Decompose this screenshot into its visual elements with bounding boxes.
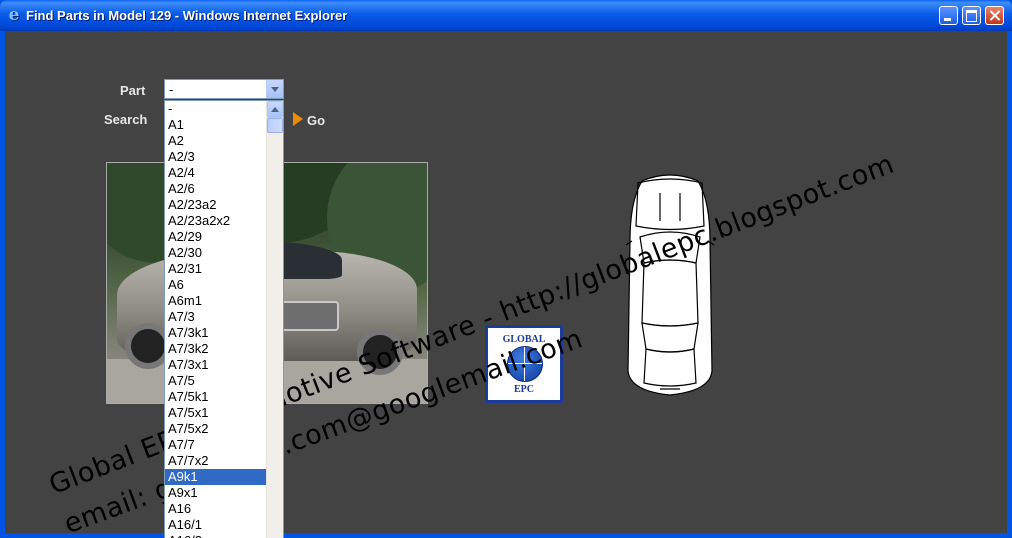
dropdown-option[interactable]: A7/3k1 bbox=[165, 325, 267, 341]
logo-top-text: GLOBAL bbox=[502, 334, 546, 345]
dropdown-option[interactable]: A6 bbox=[165, 277, 267, 293]
dropdown-option[interactable]: - bbox=[165, 101, 267, 117]
dropdown-option[interactable]: A7/3k2 bbox=[165, 341, 267, 357]
dropdown-option[interactable]: A9k1 bbox=[165, 469, 267, 485]
globe-icon bbox=[507, 346, 543, 382]
scroll-up-icon[interactable] bbox=[267, 101, 283, 118]
maximize-button[interactable] bbox=[962, 6, 981, 25]
dropdown-option[interactable]: A16 bbox=[165, 501, 267, 517]
dropdown-option[interactable]: A2/30 bbox=[165, 245, 267, 261]
dropdown-option[interactable]: A7/5x1 bbox=[165, 405, 267, 421]
dropdown-option[interactable]: A2/31 bbox=[165, 261, 267, 277]
search-label: Search bbox=[104, 112, 148, 127]
window-title: Find Parts in Model 129 - Windows Intern… bbox=[26, 8, 348, 23]
dropdown-option[interactable]: A16/2 bbox=[165, 533, 267, 538]
dropdown-option[interactable]: A2/3 bbox=[165, 149, 267, 165]
chevron-down-icon[interactable] bbox=[266, 80, 283, 98]
part-select[interactable]: - bbox=[164, 79, 284, 99]
dropdown-option[interactable]: A6m1 bbox=[165, 293, 267, 309]
dropdown-option[interactable]: A9x1 bbox=[165, 485, 267, 501]
part-dropdown-list[interactable]: - A1 A2 A2/3 A2/4 A2/6 A2/23a2 A2/23a2x2 A2/29 A2… bbox=[164, 100, 284, 538]
dropdown-option[interactable]: A7/7x2 bbox=[165, 453, 267, 469]
dropdown-option[interactable]: A7/5 bbox=[165, 373, 267, 389]
dropdown-scrollbar[interactable] bbox=[266, 101, 283, 538]
global-epc-logo: GLOBAL EPC bbox=[485, 325, 563, 403]
browser-window: e Find Parts in Model 129 - Windows Inte… bbox=[0, 0, 1012, 538]
dropdown-option[interactable]: A7/3 bbox=[165, 309, 267, 325]
dropdown-option[interactable]: A2/6 bbox=[165, 181, 267, 197]
part-label: Part bbox=[120, 83, 146, 98]
minimize-button[interactable] bbox=[939, 6, 958, 25]
page-content: Part Search - Go GLOBAL EPC Global EPC A… bbox=[5, 31, 1007, 538]
dropdown-option[interactable]: A2/23a2 bbox=[165, 197, 267, 213]
dropdown-option[interactable]: A7/7 bbox=[165, 437, 267, 453]
go-label: Go bbox=[307, 113, 326, 128]
dropdown-option[interactable]: A7/5x2 bbox=[165, 421, 267, 437]
dropdown-option[interactable]: A7/3x1 bbox=[165, 357, 267, 373]
dropdown-option[interactable]: A7/5k1 bbox=[165, 389, 267, 405]
dropdown-option[interactable]: A1 bbox=[165, 117, 267, 133]
dropdown-option[interactable]: A2 bbox=[165, 133, 267, 149]
scroll-thumb[interactable] bbox=[267, 118, 283, 133]
dropdown-option[interactable]: A16/1 bbox=[165, 517, 267, 533]
part-select-value: - bbox=[169, 82, 174, 97]
ie-icon: e bbox=[8, 5, 20, 25]
play-arrow-icon bbox=[293, 112, 303, 126]
dropdown-option[interactable]: A2/4 bbox=[165, 165, 267, 181]
dropdown-option[interactable]: A2/29 bbox=[165, 229, 267, 245]
close-button[interactable] bbox=[985, 6, 1004, 25]
logo-bottom-text: EPC bbox=[514, 384, 534, 395]
title-bar[interactable]: e Find Parts in Model 129 - Windows Inte… bbox=[0, 0, 1012, 31]
vehicle-top-view-diagram[interactable] bbox=[620, 171, 720, 397]
dropdown-option[interactable]: A2/23a2x2 bbox=[165, 213, 267, 229]
